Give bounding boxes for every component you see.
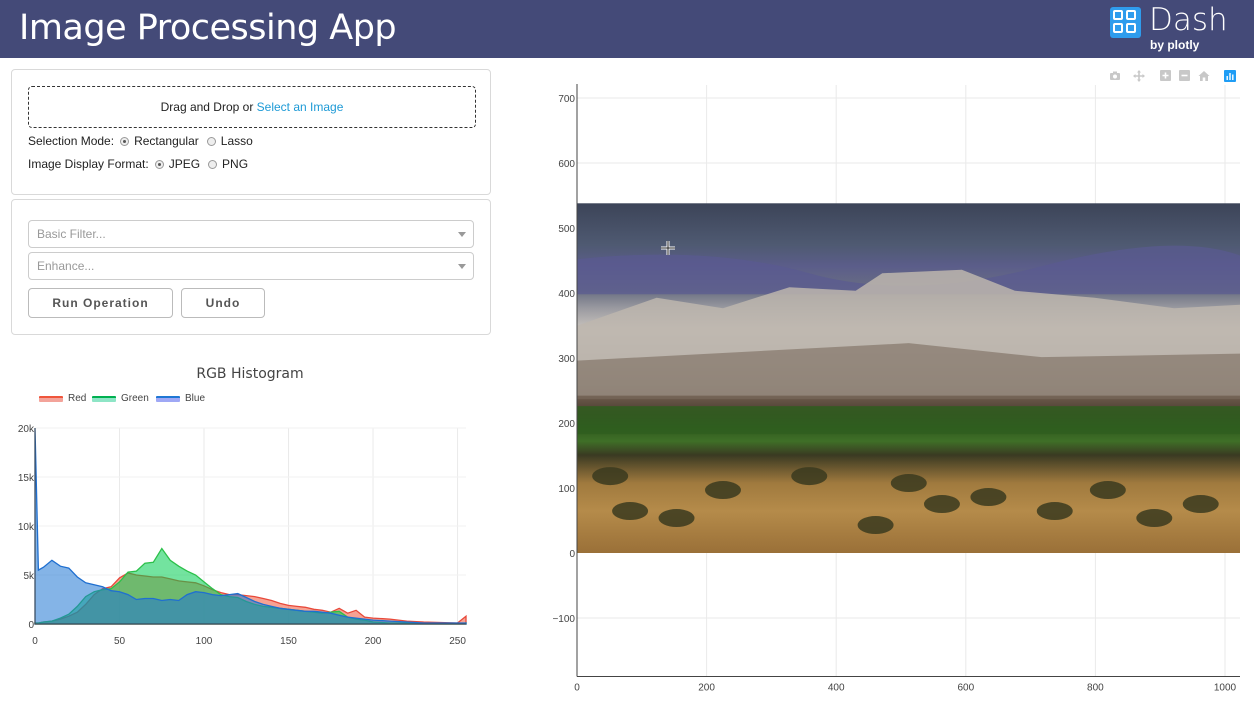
- bush: [1036, 502, 1073, 521]
- bush: [704, 481, 741, 500]
- y-tick-label: 20k: [18, 424, 35, 435]
- display-format-group: Image Display Format: JPEG PNG: [28, 157, 256, 171]
- modebar: [1105, 70, 1240, 84]
- plotly-logo-icon[interactable]: [1224, 70, 1236, 82]
- y-tick-label: 400: [558, 289, 575, 300]
- y-tick-label: 0: [569, 549, 575, 560]
- dash-logo-word: Dash: [1149, 2, 1228, 38]
- camera-icon[interactable]: [1109, 70, 1121, 82]
- legend-item-blue[interactable]: Blue: [156, 393, 205, 404]
- selection-mode-label: Selection Mode:: [28, 134, 115, 148]
- y-tick-label: 0: [28, 620, 34, 631]
- legend-label: Red: [68, 393, 87, 404]
- radio-dot[interactable]: [206, 136, 216, 146]
- x-tick-label: 600: [957, 683, 974, 694]
- y-tick-label: −100: [552, 614, 575, 625]
- x-tick-label: 50: [114, 636, 126, 647]
- run-operation-button[interactable]: Run Operation: [28, 288, 173, 318]
- radio-label: Rectangular: [134, 134, 199, 148]
- radio-dot[interactable]: [208, 159, 218, 169]
- app-title: Image Processing App: [19, 8, 397, 48]
- legend-label: Green: [121, 393, 149, 404]
- radio-label: JPEG: [168, 157, 201, 171]
- x-tick-label: 0: [32, 636, 38, 647]
- green-field: [577, 406, 1240, 435]
- radio-rectangular[interactable]: Rectangular: [120, 134, 199, 148]
- rgb-histogram-chart[interactable]: 0 50 100 150 200 250 0 5k 10k 15k 20k: [0, 410, 500, 710]
- y-tick-label: 10k: [18, 522, 35, 533]
- bush: [1182, 495, 1219, 514]
- y-tick-label: 700: [558, 94, 575, 105]
- y-tick-label: 5k: [23, 571, 35, 582]
- zoom-in-icon[interactable]: [1160, 70, 1172, 82]
- radio-label: Lasso: [220, 134, 253, 148]
- bush: [592, 467, 629, 486]
- bush: [791, 467, 828, 486]
- dash-logo-icon: [1110, 7, 1141, 38]
- x-tick-label: 400: [828, 683, 845, 694]
- radio-jpeg[interactable]: JPEG: [154, 157, 201, 171]
- image-graph[interactable]: 0 200 400 600 800 1000 −100 0 100 200 300 400 500 600…: [540, 84, 1240, 714]
- y-tick-label: 500: [558, 224, 575, 235]
- undo-button[interactable]: Undo: [181, 288, 265, 318]
- dropdown-placeholder: Enhance...: [37, 259, 95, 273]
- upload-prefix: Drag and Drop or: [160, 100, 257, 114]
- y-tick-label: 300: [558, 354, 575, 365]
- x-tick-label: 250: [449, 636, 466, 647]
- image-upload-dropzone[interactable]: Drag and Drop or Select an Image: [28, 86, 476, 128]
- y-tick-label: 200: [558, 419, 575, 430]
- y-tick-label: 15k: [18, 473, 35, 484]
- x-tick-label: 200: [698, 683, 715, 694]
- display-format-label: Image Display Format:: [28, 157, 149, 171]
- enhance-dropdown[interactable]: Enhance...: [28, 252, 474, 280]
- y-tick-label: 600: [558, 159, 575, 170]
- legend-item-red[interactable]: Red: [39, 393, 86, 404]
- reset-axes-icon[interactable]: [1198, 70, 1210, 82]
- bush: [1089, 481, 1126, 500]
- bush: [1136, 509, 1173, 528]
- select-image-link[interactable]: Select an Image: [257, 100, 344, 114]
- x-tick-label: 150: [280, 636, 297, 647]
- chevron-down-icon[interactable]: [458, 264, 466, 269]
- radio-label: PNG: [222, 157, 249, 171]
- bush: [612, 502, 649, 521]
- bush: [890, 474, 927, 493]
- bush: [658, 509, 695, 528]
- selection-mode-group: Selection Mode: Rectangular Lasso: [28, 134, 261, 148]
- landscape-image[interactable]: [577, 203, 1240, 554]
- chevron-down-icon[interactable]: [458, 232, 466, 237]
- app-header: Image Processing App Dash by plotly: [0, 0, 1254, 58]
- radio-dot[interactable]: [120, 136, 130, 146]
- legend-label: Blue: [185, 393, 206, 404]
- x-tick-label: 0: [574, 683, 580, 694]
- dropdown-placeholder: Basic Filter...: [37, 227, 106, 241]
- legend-item-green[interactable]: Green: [92, 393, 149, 404]
- x-tick-label: 1000: [1214, 683, 1237, 694]
- bush: [923, 495, 960, 514]
- radio-png[interactable]: PNG: [208, 157, 248, 171]
- dash-logo[interactable]: Dash by plotly: [1110, 2, 1244, 53]
- dash-logo-by: by plotly: [1150, 38, 1200, 52]
- radio-lasso[interactable]: Lasso: [206, 134, 253, 148]
- x-tick-label: 200: [365, 636, 382, 647]
- x-tick-label: 800: [1087, 683, 1104, 694]
- bush: [970, 488, 1007, 507]
- bush: [857, 516, 894, 535]
- radio-dot[interactable]: [154, 159, 164, 169]
- histogram-title: RGB Histogram: [196, 366, 304, 382]
- zoom-out-icon[interactable]: [1179, 70, 1191, 82]
- pan-icon[interactable]: [1133, 70, 1145, 82]
- x-tick-label: 100: [196, 636, 213, 647]
- basic-filter-dropdown[interactable]: Basic Filter...: [28, 220, 474, 248]
- y-tick-label: 100: [558, 484, 575, 495]
